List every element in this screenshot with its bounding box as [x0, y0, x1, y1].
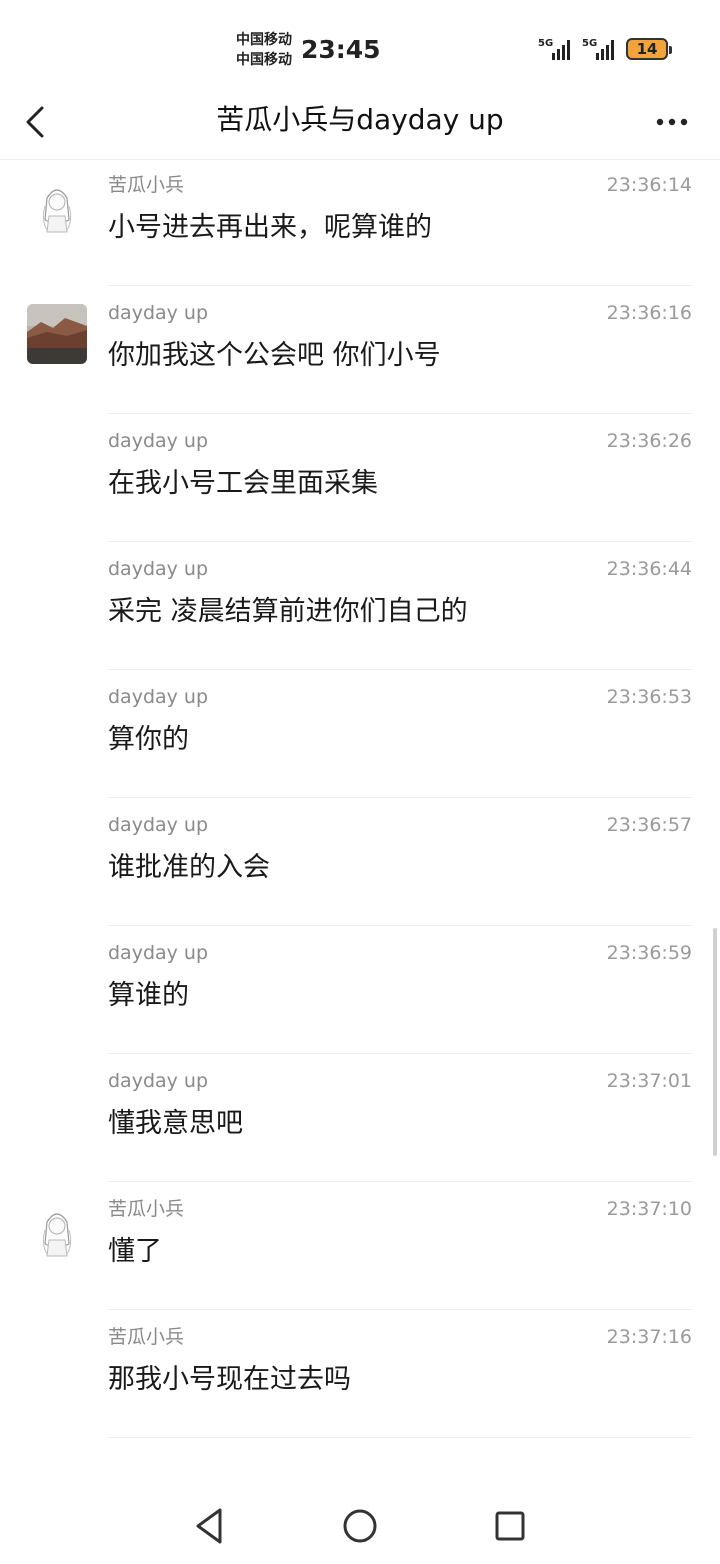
message-text: 在我小号工会里面采集	[108, 468, 378, 499]
carrier-label-2: 中国移动	[236, 52, 292, 68]
message-item[interactable]: dayday up 23:36:44 采完 凌晨结算前进你们自己的	[0, 542, 720, 670]
message-item[interactable]: dayday up 23:37:01 懂我意思吧	[0, 1054, 720, 1182]
message-text: 采完 凌晨结算前进你们自己的	[108, 596, 468, 627]
chevron-left-icon[interactable]	[18, 100, 52, 144]
message-time: 23:37:16	[606, 1326, 692, 1348]
carrier-labels: 中国移动 中国移动	[236, 30, 300, 70]
message-text: 算谁的	[108, 980, 189, 1011]
message-text: 你加我这个公会吧 你们小号	[108, 340, 441, 371]
message-sender: 苦瓜小兵	[108, 174, 185, 196]
battery-indicator: 14	[626, 38, 672, 60]
message-sender: 苦瓜小兵	[108, 1198, 185, 1220]
circle-home-icon[interactable]	[336, 1502, 384, 1550]
scrollbar[interactable]	[713, 928, 717, 1156]
chat-screen: 中国移动 中国移动 23:45 5G 5G 14 苦瓜小兵与dayday up	[0, 0, 720, 1564]
avatar[interactable]	[27, 1200, 87, 1260]
carrier-label-1: 中国移动	[236, 32, 292, 48]
message-text: 懂了	[108, 1236, 162, 1267]
message-sender: dayday up	[108, 558, 209, 580]
message-item[interactable]: dayday up 23:36:26 在我小号工会里面采集	[0, 414, 720, 542]
message-item[interactable]: 苦瓜小兵 23:37:10 懂了	[0, 1182, 720, 1310]
chat-header: 苦瓜小兵与dayday up	[0, 90, 720, 160]
message-time: 23:37:10	[606, 1198, 692, 1220]
message-item[interactable]: dayday up 23:36:57 谁批准的入会	[0, 798, 720, 926]
triangle-back-icon[interactable]	[186, 1502, 234, 1550]
message-item[interactable]: dayday up 23:36:59 算谁的	[0, 926, 720, 1054]
signal-icon-2: 5G	[582, 38, 614, 60]
chat-title: 苦瓜小兵与dayday up	[216, 103, 504, 136]
square-recents-icon[interactable]	[486, 1502, 534, 1550]
message-time: 23:36:16	[606, 302, 692, 324]
avatar[interactable]	[27, 304, 87, 364]
message-sender: dayday up	[108, 686, 209, 708]
message-list[interactable]: dayday up23:35:46大号一直不退苦瓜小兵23:36:14小号进去再…	[0, 160, 720, 1490]
message-text: 懂我意思吧	[108, 1108, 243, 1139]
message-sender: dayday up	[108, 1070, 209, 1092]
message-items: dayday up23:35:46大号一直不退苦瓜小兵23:36:14小号进去再…	[0, 160, 720, 1438]
more-horizontal-icon[interactable]	[652, 104, 692, 140]
message-sender: dayday up	[108, 430, 209, 452]
message-text: 那我小号现在过去吗	[108, 1364, 351, 1395]
message-item[interactable]: dayday up 23:36:16 你加我这个公会吧 你们小号	[0, 286, 720, 414]
message-time: 23:36:59	[606, 942, 692, 964]
message-time: 23:36:44	[606, 558, 692, 580]
message-sender: 苦瓜小兵	[108, 1326, 185, 1348]
message-time: 23:36:14	[606, 174, 692, 196]
message-item[interactable]: 苦瓜小兵 23:37:16 那我小号现在过去吗	[0, 1310, 720, 1438]
message-time: 23:36:26	[606, 430, 692, 452]
system-nav-bar	[0, 1490, 720, 1564]
svg-text:5G: 5G	[582, 38, 597, 49]
message-item[interactable]: dayday up 23:36:53 算你的	[0, 670, 720, 798]
status-bar: 中国移动 中国移动 23:45 5G 5G 14	[0, 0, 720, 90]
message-text: 小号进去再出来，呢算谁的	[108, 212, 432, 243]
message-sender: dayday up	[108, 302, 209, 324]
message-time: 23:37:01	[606, 1070, 692, 1092]
signal-icon-1: 5G	[538, 38, 570, 60]
avatar[interactable]	[27, 176, 87, 236]
status-time: 23:45	[301, 35, 381, 64]
message-time: 23:36:53	[606, 686, 692, 708]
message-text: 谁批准的入会	[108, 852, 270, 883]
message-text: 算你的	[108, 724, 189, 755]
divider	[108, 1437, 692, 1438]
message-time: 23:36:57	[606, 814, 692, 836]
svg-text:5G: 5G	[538, 38, 553, 49]
message-sender: dayday up	[108, 942, 209, 964]
message-sender: dayday up	[108, 814, 209, 836]
message-item[interactable]: 苦瓜小兵 23:36:14 小号进去再出来，呢算谁的	[0, 160, 720, 286]
